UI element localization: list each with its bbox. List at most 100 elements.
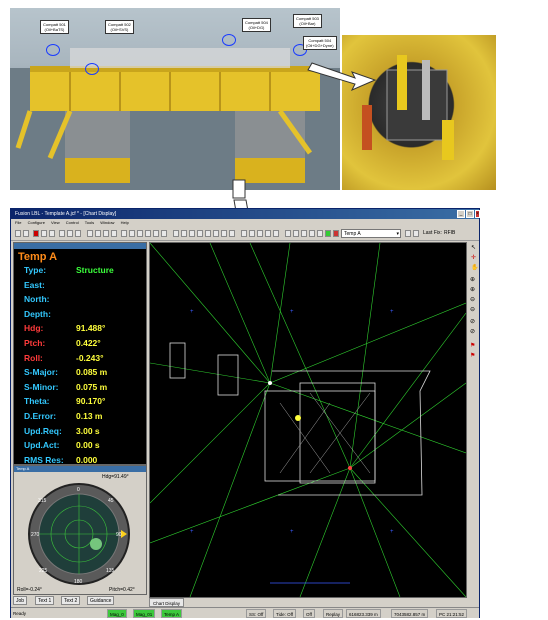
- close-button[interactable]: ×: [475, 210, 480, 218]
- window-icon[interactable]: [221, 230, 227, 237]
- hand-icon[interactable]: ✋: [471, 264, 478, 271]
- menu-configure[interactable]: Configure: [28, 220, 45, 225]
- data-row-value: 0.422°: [76, 338, 101, 348]
- layout-icon[interactable]: [103, 230, 109, 237]
- menu-file[interactable]: File: [15, 220, 21, 225]
- data-row: Hdg: 91.488°: [24, 323, 105, 334]
- cross-icon[interactable]: ✛: [471, 254, 476, 261]
- lbl-chart: + + + + + +: [149, 242, 467, 598]
- measure-icon[interactable]: ⊘: [470, 328, 475, 335]
- grid-icon[interactable]: [121, 230, 127, 237]
- tab-text2[interactable]: Text 2: [61, 596, 81, 605]
- chevron-down-icon[interactable]: ▾: [396, 230, 399, 238]
- data-row-label: D.Error:: [24, 411, 57, 421]
- data-row-label: S-Major:: [24, 367, 58, 378]
- zoom-out-icon[interactable]: ⊖: [470, 306, 475, 313]
- data-row-label: Type:: [24, 265, 47, 275]
- data-row-label: Upd.Req:: [24, 425, 62, 436]
- cancel-icon[interactable]: [333, 230, 339, 237]
- grid-icon[interactable]: [129, 230, 135, 237]
- record-icon[interactable]: [33, 230, 39, 237]
- zoom-in-icon[interactable]: ⊕: [470, 286, 475, 293]
- play-icon[interactable]: [49, 230, 55, 237]
- target-icon[interactable]: [249, 230, 255, 237]
- tick-label: 315: [38, 498, 47, 504]
- svg-text:+: +: [290, 529, 294, 535]
- chart-tools: ↖ ✛ ✋ ⊕ ⊕ ⊖ ⊖ ⊘ ⊘ ⚑ ⚑: [469, 242, 479, 598]
- zoom-out-icon[interactable]: ⊖: [470, 296, 475, 303]
- roll-readout: Roll=-0.24°: [17, 587, 42, 593]
- tab-chart-display[interactable]: Chart Display: [149, 598, 185, 607]
- target-icon[interactable]: [257, 230, 263, 237]
- save-icon[interactable]: [23, 230, 29, 237]
- grid-icon[interactable]: [137, 230, 143, 237]
- window-icon[interactable]: [229, 230, 235, 237]
- target-icon[interactable]: [273, 230, 279, 237]
- window-icon[interactable]: [189, 230, 195, 237]
- new-icon[interactable]: [15, 230, 21, 237]
- target-icon[interactable]: [241, 230, 247, 237]
- grid-icon[interactable]: [161, 230, 167, 237]
- move-icon[interactable]: [293, 230, 299, 237]
- minimize-button[interactable]: _: [457, 210, 465, 218]
- tick-label: 180: [74, 579, 83, 585]
- menu-bar: File Configure View Control Tools Window…: [11, 219, 479, 227]
- svg-text:+: +: [390, 309, 394, 315]
- stop-icon[interactable]: [41, 230, 47, 237]
- layout-icon[interactable]: [95, 230, 101, 237]
- edit-icon[interactable]: [67, 230, 73, 237]
- tab-text1[interactable]: Text 1: [35, 596, 55, 605]
- menu-help[interactable]: Help: [121, 220, 129, 225]
- zoom-icon[interactable]: [309, 230, 315, 237]
- data-row-label: Upd.Act:: [24, 440, 60, 451]
- config-icon[interactable]: [59, 230, 65, 237]
- menu-view[interactable]: View: [51, 220, 60, 225]
- tab-guidance[interactable]: Guidance: [87, 596, 115, 605]
- window-icon[interactable]: [205, 230, 211, 237]
- route-icon[interactable]: ⚑: [470, 342, 475, 349]
- window-icon[interactable]: [197, 230, 203, 237]
- zoom-icon[interactable]: [301, 230, 307, 237]
- print-icon[interactable]: [75, 230, 81, 237]
- zoom-in-icon[interactable]: ⊕: [470, 276, 475, 283]
- status-ss: SS: Off: [246, 609, 267, 618]
- data-row: East:: [24, 280, 45, 290]
- grid-icon[interactable]: [145, 230, 151, 237]
- menu-tools[interactable]: Tools: [85, 220, 94, 225]
- fix-icon[interactable]: [405, 230, 411, 237]
- toolbar: Temp A ▾ Last Fix: RFIB: [11, 227, 479, 241]
- window-title: Fusion LBL - Template A.jcf * - [Chart D…: [15, 211, 117, 217]
- status-clock: PC 21:21:52: [436, 609, 468, 618]
- layout-icon[interactable]: [87, 230, 93, 237]
- data-row-value: 0.00 s: [76, 440, 100, 451]
- structure-position: [295, 415, 301, 421]
- fix-icon[interactable]: [413, 230, 419, 237]
- heading-readout: Hdg=91.49°: [102, 474, 129, 480]
- check-icon[interactable]: [325, 230, 331, 237]
- window-icon[interactable]: [213, 230, 219, 237]
- menu-control[interactable]: Control: [66, 220, 79, 225]
- chart-display[interactable]: + + + + + +: [149, 242, 467, 598]
- route-icon[interactable]: ⚑: [470, 352, 475, 359]
- zoom-icon[interactable]: [317, 230, 323, 237]
- object-select[interactable]: Temp A ▾: [341, 229, 401, 238]
- data-row-label: RMS Res:: [24, 454, 64, 465]
- measure-icon[interactable]: ⊘: [470, 318, 475, 325]
- status-ready: Ready: [13, 611, 27, 616]
- tick-label: 45: [108, 498, 114, 504]
- layout-icon[interactable]: [111, 230, 117, 237]
- pointer-icon[interactable]: ↖: [471, 244, 476, 251]
- window-icon[interactable]: [173, 230, 179, 237]
- maximize-button[interactable]: □: [466, 210, 474, 218]
- data-row-value: 0.085 m: [76, 367, 108, 378]
- hand-icon[interactable]: [285, 230, 291, 237]
- data-row-label: S-Minor:: [24, 381, 59, 392]
- tick-label: 0: [77, 487, 80, 493]
- grid-icon[interactable]: [153, 230, 159, 237]
- window-icon[interactable]: [181, 230, 187, 237]
- menu-window[interactable]: Window: [100, 220, 114, 225]
- data-row-label: Hdg:: [24, 323, 44, 334]
- target-icon[interactable]: [265, 230, 271, 237]
- tab-job[interactable]: Job: [13, 596, 28, 605]
- data-row: D.Error: 0.13 m: [24, 411, 102, 421]
